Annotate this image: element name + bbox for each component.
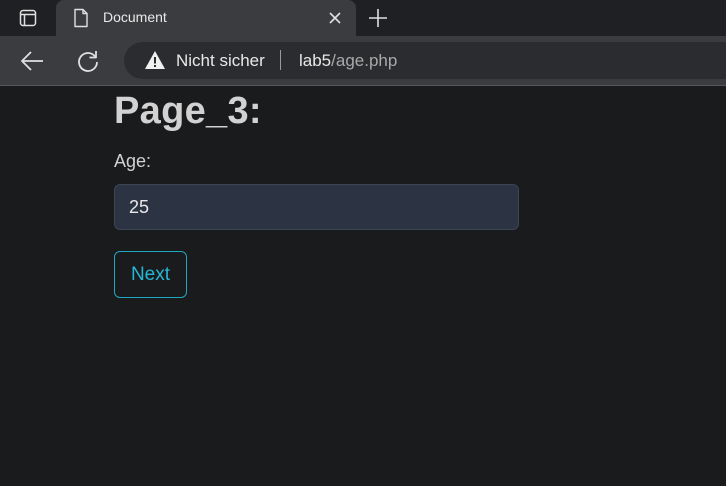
- tab-strip: Document: [0, 0, 726, 36]
- active-tab[interactable]: Document: [56, 0, 356, 36]
- age-label: Age:: [114, 151, 152, 171]
- document-icon: [74, 8, 88, 28]
- page-content: Page_3: Age: Next: [0, 86, 726, 486]
- browser-toolbar: Nicht sicher lab5/age.php: [0, 36, 726, 86]
- url-host: lab5: [299, 51, 332, 70]
- warning-icon[interactable]: [144, 50, 166, 70]
- new-tab-icon[interactable]: [366, 6, 390, 30]
- address-bar[interactable]: Nicht sicher lab5/age.php: [124, 42, 726, 79]
- tab-title: Document: [103, 9, 167, 25]
- address-separator: [280, 50, 281, 70]
- url-path: /age.php: [331, 51, 398, 70]
- tab-actions-icon: [19, 9, 37, 27]
- age-input[interactable]: [114, 184, 519, 230]
- next-button[interactable]: Next: [114, 251, 187, 298]
- back-arrow-icon[interactable]: [16, 47, 48, 75]
- close-icon[interactable]: [326, 9, 344, 27]
- page-title: Page_3:: [114, 90, 262, 132]
- url-text[interactable]: lab5/age.php: [299, 51, 397, 71]
- reload-icon[interactable]: [72, 47, 104, 75]
- tab-actions-button[interactable]: [12, 6, 44, 30]
- security-status-label[interactable]: Nicht sicher: [176, 51, 265, 71]
